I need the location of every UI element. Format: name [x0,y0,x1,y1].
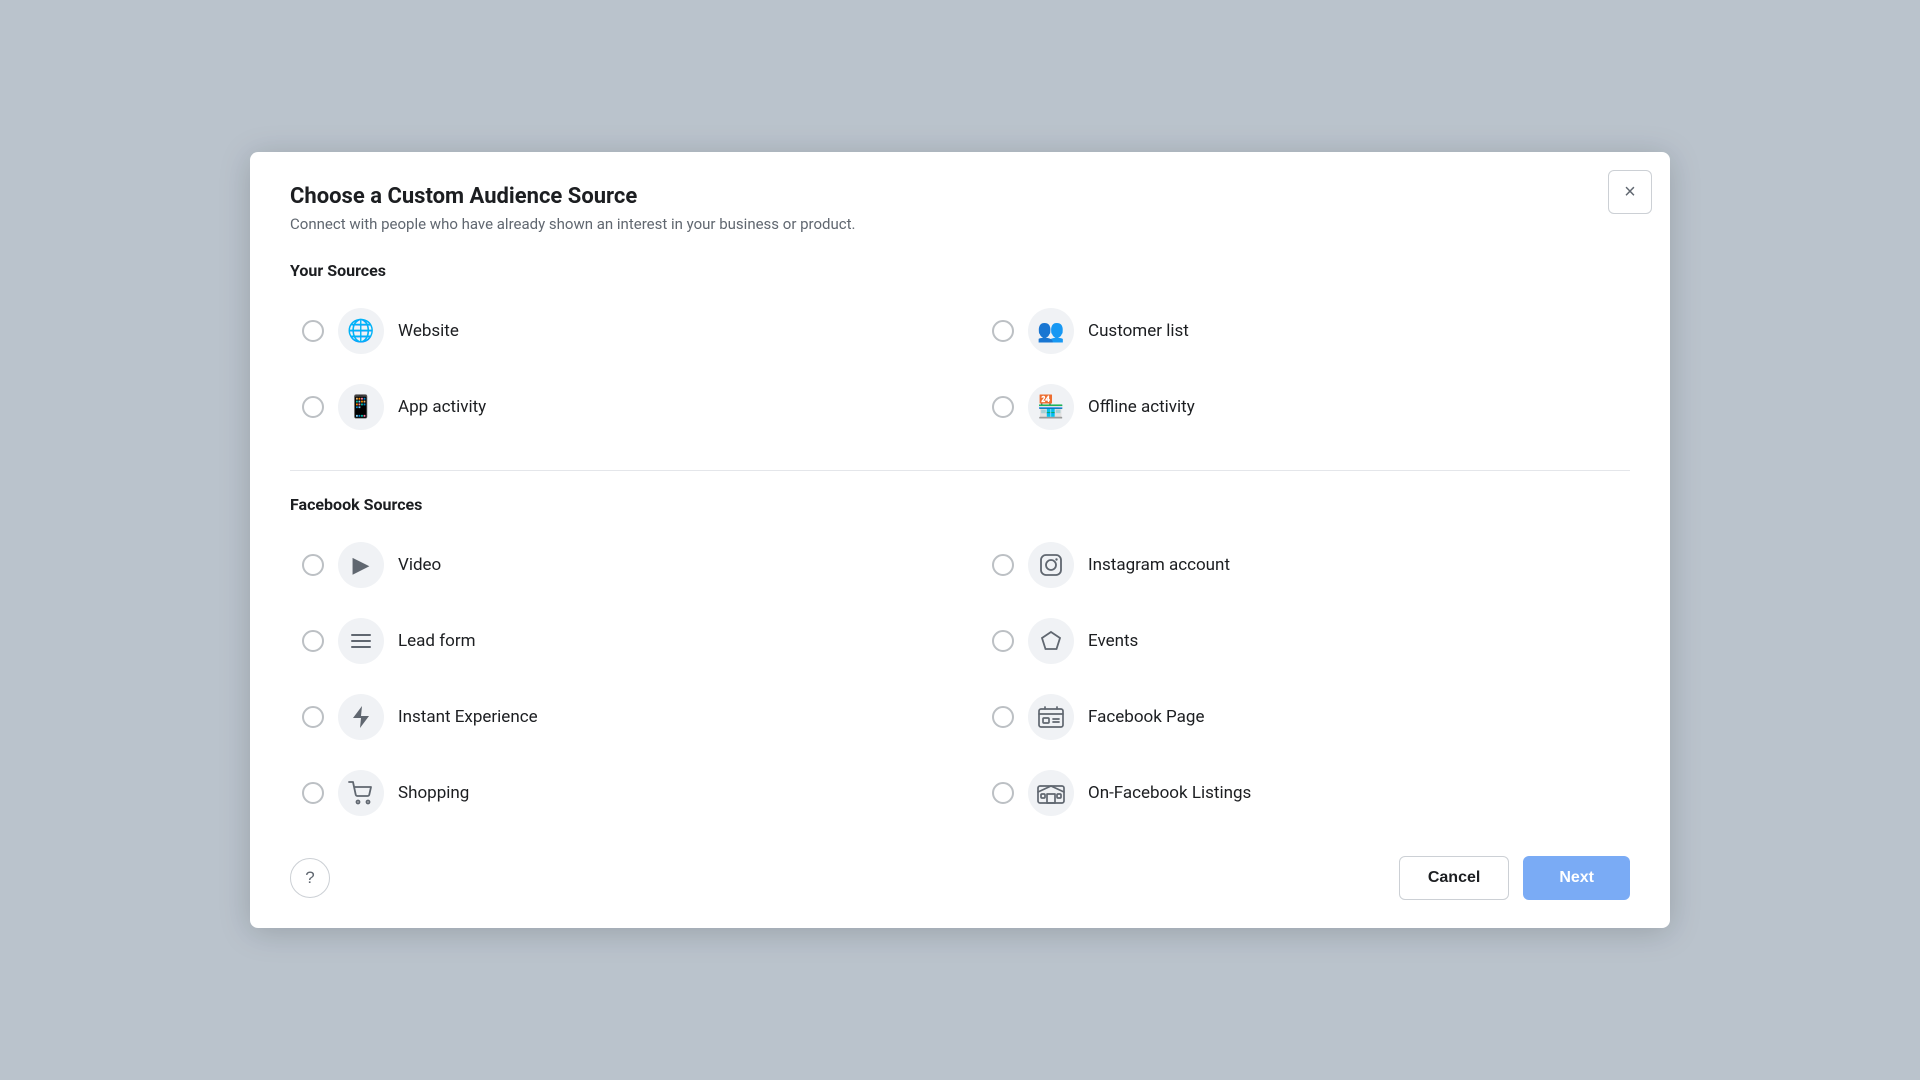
source-option-instagram[interactable]: Instagram account [980,532,1630,598]
instagram-icon [1028,542,1074,588]
app-activity-icon: 📱 [338,384,384,430]
offline-activity-label: Offline activity [1088,397,1195,417]
source-option-events[interactable]: Events [980,608,1630,674]
instant-experience-label: Instant Experience [398,707,538,727]
source-option-lead-form[interactable]: Lead form [290,608,940,674]
modal-footer: ? Cancel Next [290,856,1630,900]
events-label: Events [1088,631,1138,651]
close-icon: × [1624,181,1636,204]
radio-website[interactable] [302,320,324,342]
close-button[interactable]: × [1608,170,1652,214]
listings-label: On-Facebook Listings [1088,783,1251,803]
radio-events[interactable] [992,630,1014,652]
source-option-facebook-page[interactable]: Facebook Page [980,684,1630,750]
radio-shopping[interactable] [302,782,324,804]
help-icon: ? [305,868,314,888]
lead-form-label: Lead form [398,631,476,651]
cancel-button[interactable]: Cancel [1399,856,1509,900]
modal-title: Choose a Custom Audience Source [290,184,1630,209]
video-label: Video [398,555,441,575]
source-option-listings[interactable]: On-Facebook Listings [980,760,1630,826]
facebook-sources-heading: Facebook Sources [290,495,1630,514]
app-activity-label: App activity [398,397,486,417]
customer-list-label: Customer list [1088,321,1189,341]
events-icon [1028,618,1074,664]
footer-actions: Cancel Next [1399,856,1630,900]
facebook-page-label: Facebook Page [1088,707,1205,727]
custom-audience-modal: × Choose a Custom Audience Source Connec… [250,152,1670,928]
video-icon: ▶ [338,542,384,588]
listings-icon [1028,770,1074,816]
your-sources-section: Your Sources 🌐 Website 👥 Customer list [290,261,1630,440]
offline-activity-icon: 🏪 [1028,384,1074,430]
section-divider [290,470,1630,471]
radio-offline-activity[interactable] [992,396,1014,418]
website-icon: 🌐 [338,308,384,354]
your-sources-grid: 🌐 Website 👥 Customer list 📱 App activity [290,298,1630,440]
next-button[interactable]: Next [1523,856,1630,900]
radio-video[interactable] [302,554,324,576]
radio-instagram[interactable] [992,554,1014,576]
radio-instant-experience[interactable] [302,706,324,728]
facebook-sources-grid: ▶ Video Instagram account [290,532,1630,826]
modal-header: Choose a Custom Audience Source Connect … [290,184,1630,233]
radio-lead-form[interactable] [302,630,324,652]
help-button[interactable]: ? [290,858,330,898]
source-option-offline-activity[interactable]: 🏪 Offline activity [980,374,1630,440]
radio-customer-list[interactable] [992,320,1014,342]
instagram-label: Instagram account [1088,555,1230,575]
radio-facebook-page[interactable] [992,706,1014,728]
your-sources-heading: Your Sources [290,261,1630,280]
shopping-icon [338,770,384,816]
source-option-video[interactable]: ▶ Video [290,532,940,598]
source-option-shopping[interactable]: Shopping [290,760,940,826]
source-option-instant-experience[interactable]: Instant Experience [290,684,940,750]
instant-experience-icon [338,694,384,740]
lead-form-icon [338,618,384,664]
website-label: Website [398,321,459,341]
source-option-customer-list[interactable]: 👥 Customer list [980,298,1630,364]
shopping-label: Shopping [398,783,469,803]
source-option-app-activity[interactable]: 📱 App activity [290,374,940,440]
facebook-page-icon [1028,694,1074,740]
modal-backdrop: × Choose a Custom Audience Source Connec… [0,0,1920,1080]
source-option-website[interactable]: 🌐 Website [290,298,940,364]
modal-subtitle: Connect with people who have already sho… [290,215,1630,233]
customer-list-icon: 👥 [1028,308,1074,354]
radio-app-activity[interactable] [302,396,324,418]
radio-listings[interactable] [992,782,1014,804]
facebook-sources-section: Facebook Sources ▶ Video [290,495,1630,826]
